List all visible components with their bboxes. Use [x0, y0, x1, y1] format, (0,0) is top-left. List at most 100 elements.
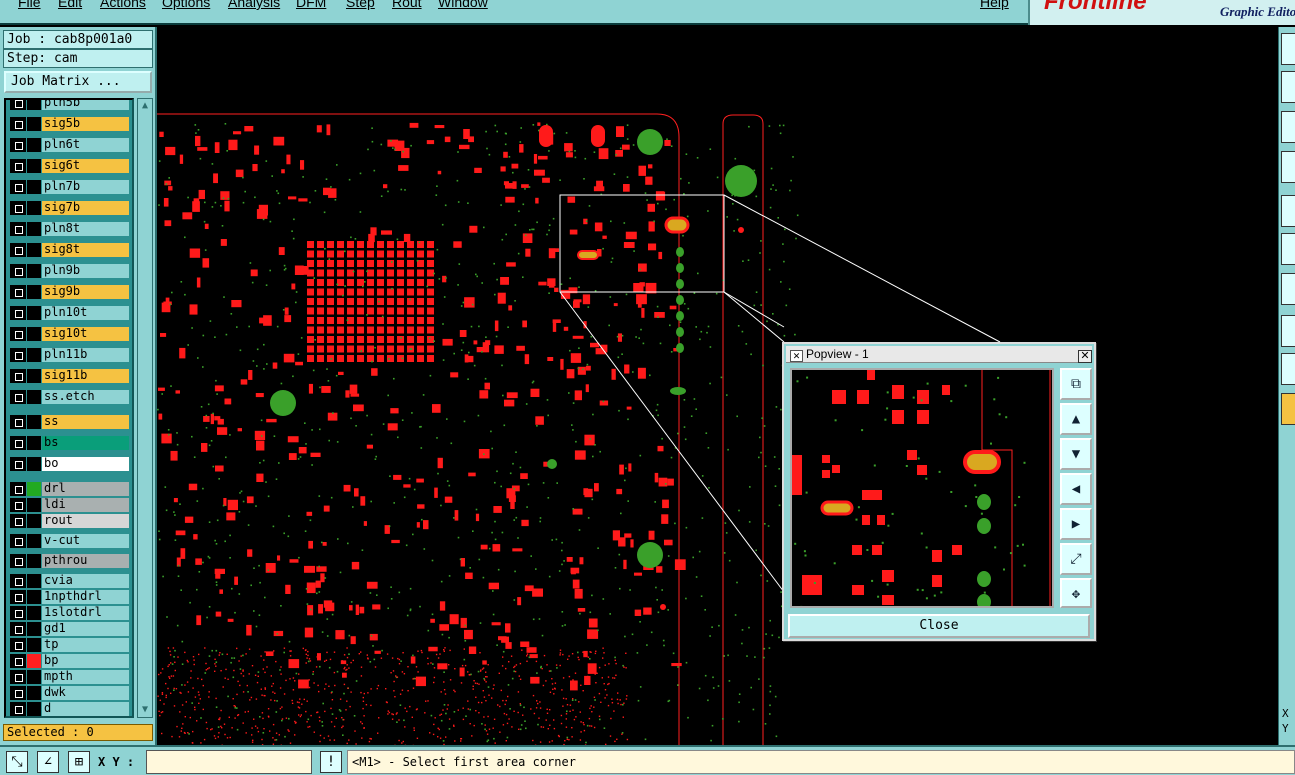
menu-item-actions[interactable]: Actions: [100, 0, 146, 10]
select-icon[interactable]: [1281, 315, 1295, 347]
layer-checkbox[interactable]: [10, 574, 26, 588]
layer-color-swatch[interactable]: [27, 327, 41, 341]
layer-checkbox[interactable]: [10, 390, 26, 404]
pcb-view[interactable]: [157, 27, 1278, 745]
layer-checkbox[interactable]: [10, 327, 26, 341]
layer-row-sig11b[interactable]: sig11b: [7, 367, 131, 384]
layer-row-d[interactable]: d: [7, 700, 131, 716]
layer-row-sig9b[interactable]: sig9b: [7, 283, 131, 300]
layer-row-bs[interactable]: bs: [7, 434, 131, 451]
layer-color-swatch[interactable]: [27, 622, 41, 636]
layer-name[interactable]: pln9b: [42, 264, 129, 278]
layer-name[interactable]: ss.etch: [42, 390, 129, 404]
fit-icon[interactable]: [1281, 111, 1295, 143]
layer-color-swatch[interactable]: [27, 138, 41, 152]
layer-name[interactable]: pln10t: [42, 306, 129, 320]
layer-color-swatch[interactable]: [27, 159, 41, 173]
layer-checkbox[interactable]: [10, 498, 26, 512]
layer-checkbox[interactable]: [10, 243, 26, 257]
redraw-icon[interactable]: [1281, 151, 1295, 183]
close-button[interactable]: Close: [788, 614, 1090, 638]
fit-view-icon[interactable]: ⤢: [1060, 543, 1092, 575]
layer-checkbox[interactable]: [10, 534, 26, 548]
layer-checkbox[interactable]: [10, 415, 26, 429]
alert-icon[interactable]: !: [320, 751, 342, 773]
layer-name[interactable]: pln8t: [42, 222, 129, 236]
layer-name[interactable]: d: [42, 702, 129, 716]
layer-row-dwk[interactable]: dwk: [7, 684, 131, 701]
layer-row-ss.etch[interactable]: ss.etch: [7, 388, 131, 405]
scroll-down-icon[interactable]: ▼: [139, 704, 151, 716]
layer-name[interactable]: bp: [42, 654, 129, 668]
layer-checkbox[interactable]: [10, 436, 26, 450]
pan-down-icon[interactable]: ▼: [1060, 438, 1092, 470]
pan-right-icon[interactable]: ▶: [1060, 508, 1092, 540]
menu-item-options[interactable]: Options: [162, 0, 210, 10]
layer-name[interactable]: bs: [42, 436, 129, 450]
layer-color-swatch[interactable]: [27, 590, 41, 604]
angle-icon[interactable]: ∠: [37, 751, 59, 773]
resize-icon[interactable]: ⤡: [6, 751, 28, 773]
layer-row-drl[interactable]: drl: [7, 480, 131, 497]
layer-row-pln5b[interactable]: pln5b: [7, 100, 131, 111]
layer-row-1slotdrl[interactable]: 1slotdrl: [7, 604, 131, 621]
layer-name[interactable]: rout: [42, 514, 129, 528]
menu-item-help[interactable]: Help: [980, 0, 1009, 10]
layer-row-mpth[interactable]: mpth: [7, 668, 131, 685]
layer-row-pln7b[interactable]: pln7b: [7, 178, 131, 195]
layer-color-swatch[interactable]: [27, 100, 41, 110]
color-icon[interactable]: [1281, 393, 1295, 425]
layer-color-swatch[interactable]: [27, 498, 41, 512]
layer-row-ldi[interactable]: ldi: [7, 496, 131, 513]
menu-item-analysis[interactable]: Analysis: [228, 0, 280, 10]
menu-item-step[interactable]: Step: [346, 0, 375, 10]
layer-checkbox[interactable]: [10, 590, 26, 604]
layer-name[interactable]: cvia: [42, 574, 129, 588]
popview-pcb[interactable]: [792, 370, 1052, 606]
snap-icon[interactable]: [1281, 195, 1295, 227]
layer-color-swatch[interactable]: [27, 514, 41, 528]
layer-color-swatch[interactable]: [27, 638, 41, 652]
layer-name[interactable]: sig10t: [42, 327, 129, 341]
layer-name[interactable]: ss: [42, 415, 129, 429]
layer-color-swatch[interactable]: [27, 243, 41, 257]
layer-color-swatch[interactable]: [27, 554, 41, 568]
layer-color-swatch[interactable]: [27, 306, 41, 320]
layer-row-cvia[interactable]: cvia: [7, 572, 131, 589]
layer-checkbox[interactable]: [10, 638, 26, 652]
layer-color-swatch[interactable]: [27, 457, 41, 471]
layer-checkbox[interactable]: [10, 222, 26, 236]
layer-name[interactable]: sig6t: [42, 159, 129, 173]
measure-icon[interactable]: [1281, 233, 1295, 265]
layer-color-swatch[interactable]: [27, 482, 41, 496]
layer-color-swatch[interactable]: [27, 702, 41, 716]
grid-snap-icon[interactable]: ⊞: [68, 751, 90, 773]
layer-checkbox[interactable]: [10, 348, 26, 362]
layer-name[interactable]: tp: [42, 638, 129, 652]
layer-color-swatch[interactable]: [27, 285, 41, 299]
layer-color-swatch[interactable]: [27, 264, 41, 278]
layer-name[interactable]: 1slotdrl: [42, 606, 129, 620]
layer-color-swatch[interactable]: [27, 117, 41, 131]
layer-checkbox[interactable]: [10, 606, 26, 620]
popview-canvas[interactable]: [790, 368, 1054, 608]
pan-up-icon[interactable]: ▲: [1060, 403, 1092, 435]
layer-color-swatch[interactable]: [27, 534, 41, 548]
layer-color-swatch[interactable]: [27, 369, 41, 383]
menu-item-dfm[interactable]: DFM: [296, 0, 326, 10]
close-icon[interactable]: ✕: [1078, 350, 1092, 363]
layer-name[interactable]: sig8t: [42, 243, 129, 257]
layer-color-swatch[interactable]: [27, 436, 41, 450]
layer-checkbox[interactable]: [10, 457, 26, 471]
layer-row-sig6t[interactable]: sig6t: [7, 157, 131, 174]
layer-name[interactable]: pln5b: [42, 100, 129, 110]
layer-checkbox[interactable]: [10, 654, 26, 668]
layer-checkbox[interactable]: [10, 306, 26, 320]
menu-item-edit[interactable]: Edit: [58, 0, 82, 10]
layer-checkbox[interactable]: [10, 159, 26, 173]
layer-row-pln6t[interactable]: pln6t: [7, 136, 131, 153]
layer-name[interactable]: dwk: [42, 686, 129, 700]
layer-checkbox[interactable]: [10, 670, 26, 684]
layer-checkbox[interactable]: [10, 100, 26, 110]
layer-checkbox[interactable]: [10, 138, 26, 152]
